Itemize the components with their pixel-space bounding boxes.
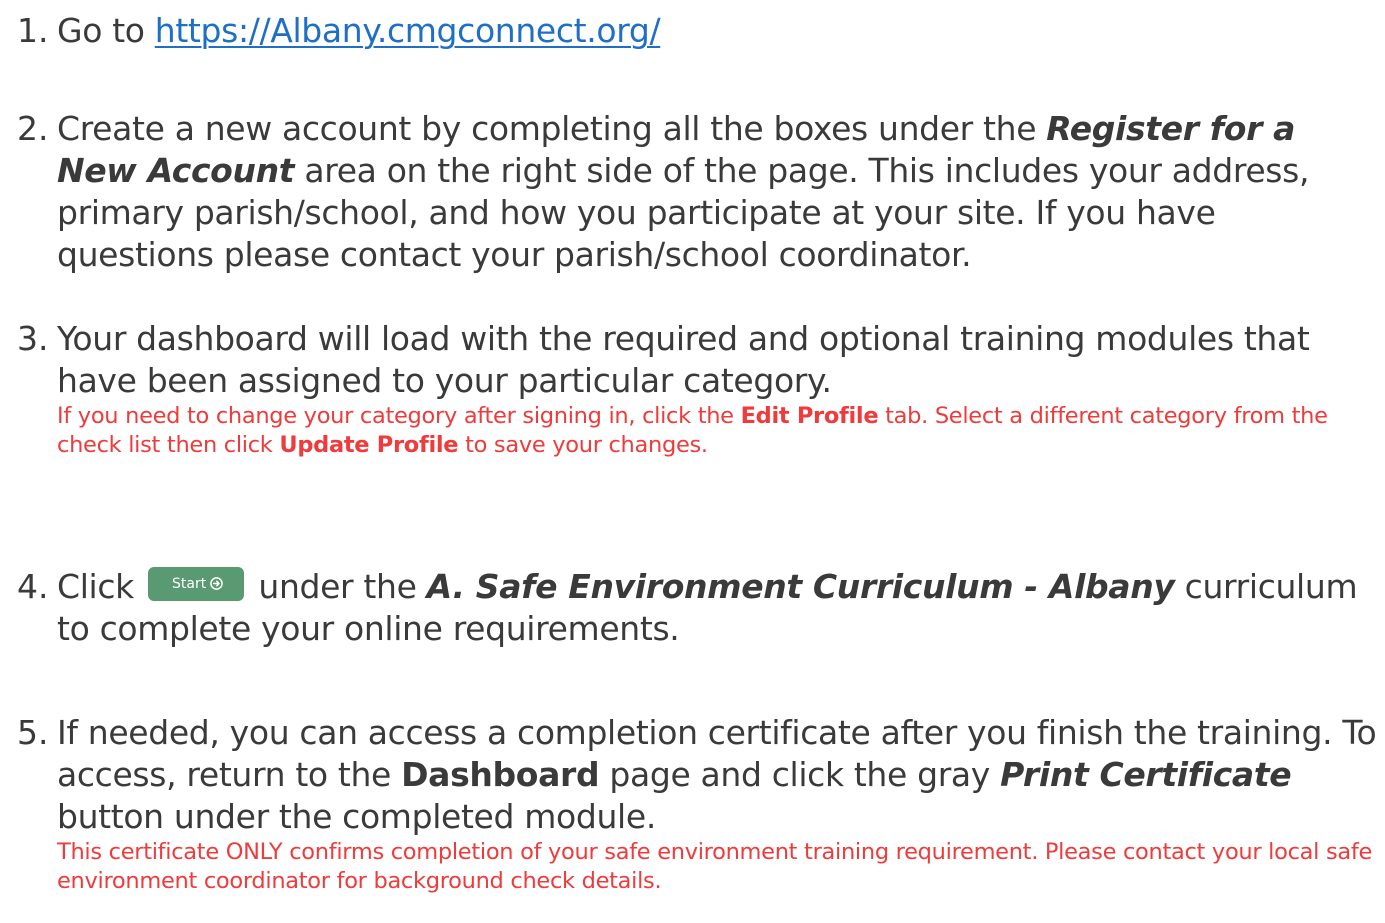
step-number: 3.	[17, 319, 49, 358]
step-text: Your dashboard will load with the requir…	[57, 319, 1310, 400]
print-certificate-emphasis: Print Certificate	[1000, 755, 1292, 794]
step-number: 2.	[17, 109, 49, 148]
step-text: Click Start under the A. Safe Environmen…	[57, 566, 1358, 648]
step-1: 1. Go to https://Albany.cmgconnect.org/	[17, 10, 1379, 52]
step-note: If you need to change your category afte…	[57, 403, 1328, 458]
step-text: Go to https://Albany.cmgconnect.org/	[57, 11, 661, 50]
curriculum-name-emphasis: A. Safe Environment Curriculum - Albany	[426, 567, 1175, 606]
step-number: 1.	[17, 11, 49, 50]
step-text: If needed, you can access a completion c…	[57, 713, 1377, 836]
step-2: 2. Create a new account by completing al…	[17, 108, 1379, 276]
step-4: 4. Click Start under the A. Safe Environ…	[17, 566, 1379, 650]
edit-profile-emphasis: Edit Profile	[740, 403, 879, 429]
step-5: 5. If needed, you can access a completio…	[17, 712, 1379, 896]
step-number: 5.	[17, 713, 49, 752]
dashboard-emphasis: Dashboard	[401, 755, 600, 794]
step-number: 4.	[17, 567, 49, 606]
start-button[interactable]: Start	[148, 566, 245, 601]
step-text: Create a new account by completing all t…	[57, 109, 1310, 274]
step-3: 3. Your dashboard will load with the req…	[17, 318, 1379, 460]
albany-cmgconnect-link[interactable]: https://Albany.cmgconnect.org/	[155, 11, 661, 50]
step-note: This certificate ONLY confirms completio…	[57, 839, 1373, 894]
update-profile-emphasis: Update Profile	[279, 432, 459, 458]
instruction-steps: 1. Go to https://Albany.cmgconnect.org/ …	[0, 0, 1385, 923]
circle-arrow-right-icon	[210, 576, 224, 590]
